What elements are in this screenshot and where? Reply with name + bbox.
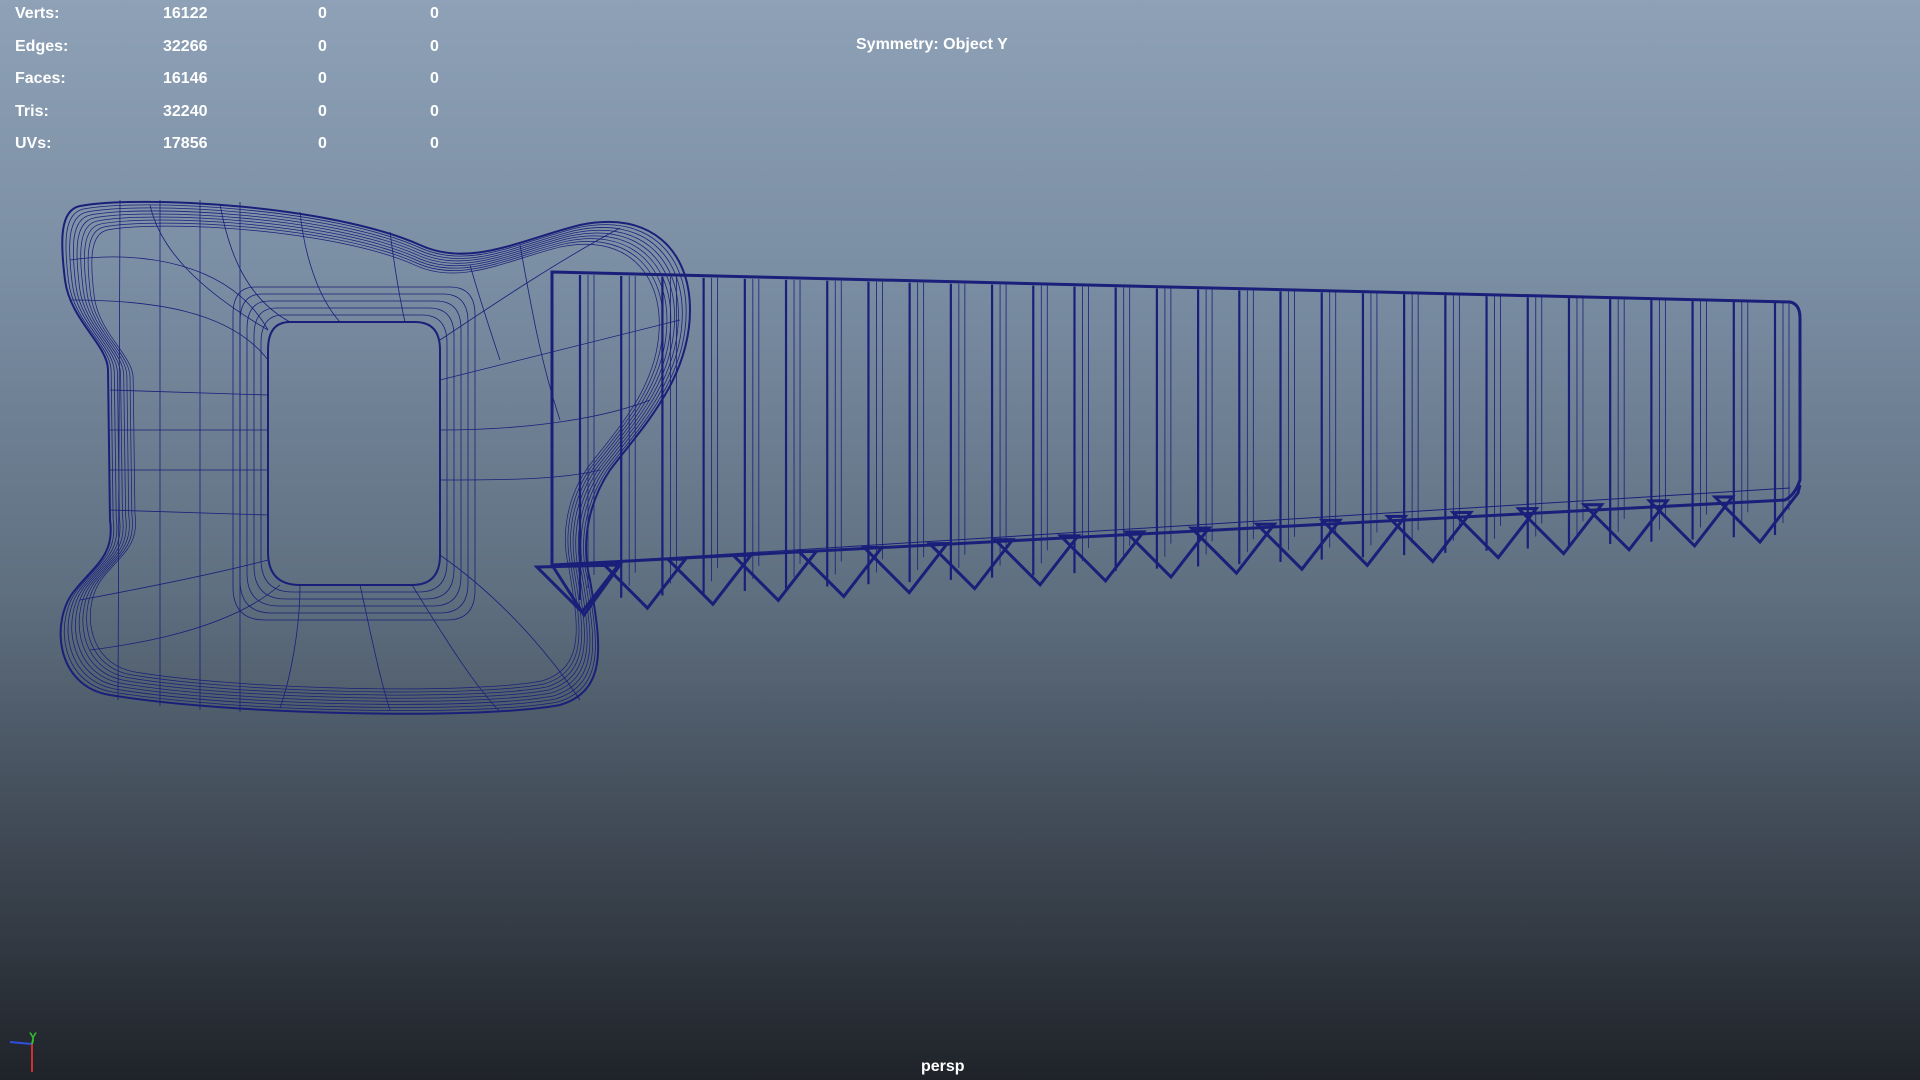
handle-outline (78, 216, 672, 699)
blade-outline (550, 270, 1802, 567)
handle-edge-loop (89, 225, 660, 690)
handle-outline (63, 204, 687, 712)
handle-edge-loop (71, 210, 679, 705)
viewport-persp[interactable]: Verts: 16122 0 0 Edges: 32266 0 0 Faces:… (0, 0, 1920, 1080)
handle-hole-loop (253, 307, 455, 600)
handle-outline (89, 225, 660, 690)
handle-hole-loop (267, 321, 441, 586)
handle-edge (439, 469, 601, 481)
handle-edge (469, 264, 501, 361)
handle-outline (86, 222, 664, 693)
handle-hole-loop (239, 293, 469, 614)
handle-edge-loop (63, 204, 687, 712)
axis-y-label: Y (29, 1030, 37, 1044)
handle-hole-loop (246, 300, 462, 607)
axis-gizmo-icon: Y (9, 1030, 37, 1072)
blade-tooth (1059, 531, 1145, 583)
saw-handle-mesh (59, 199, 692, 715)
handle-edge (439, 319, 681, 381)
handle-edge (359, 584, 391, 711)
handle-hole-loop (260, 314, 448, 593)
camera-name-label: persp (921, 1058, 965, 1075)
handle-outline (71, 210, 679, 705)
handle-edge-loop (86, 222, 664, 693)
handle-edge (109, 509, 269, 516)
handle-edge-loop (78, 216, 672, 699)
saw-blade-mesh (533, 270, 1802, 618)
handle-edge (69, 256, 269, 331)
blade-tooth (667, 554, 752, 607)
blade-tooth (994, 535, 1080, 587)
handle-edge (439, 227, 621, 341)
saw-wireframe-model[interactable] (0, 0, 1920, 1080)
handle-edge (439, 399, 651, 431)
